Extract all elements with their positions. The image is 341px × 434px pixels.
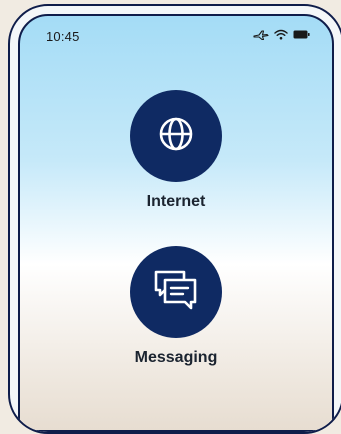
wifi-icon	[274, 29, 288, 40]
chat-bubbles-icon	[151, 268, 201, 317]
messaging-app-button[interactable]	[130, 246, 222, 338]
internet-app-button[interactable]	[130, 90, 222, 182]
phone-screen: 10:45 Internet Messaging	[18, 14, 334, 432]
app-messaging[interactable]: Messaging	[20, 246, 332, 367]
airplane-icon	[253, 29, 269, 40]
globe-icon	[156, 114, 196, 159]
status-icons	[253, 29, 310, 40]
battery-icon	[293, 30, 310, 39]
phone-frame: 10:45 Internet Messaging	[8, 4, 341, 434]
status-bar: 10:45	[20, 16, 332, 56]
messaging-app-label: Messaging	[134, 349, 218, 366]
internet-app-label: Internet	[146, 193, 206, 210]
app-internet[interactable]: Internet	[20, 90, 332, 211]
status-time: 10:45	[46, 29, 80, 44]
